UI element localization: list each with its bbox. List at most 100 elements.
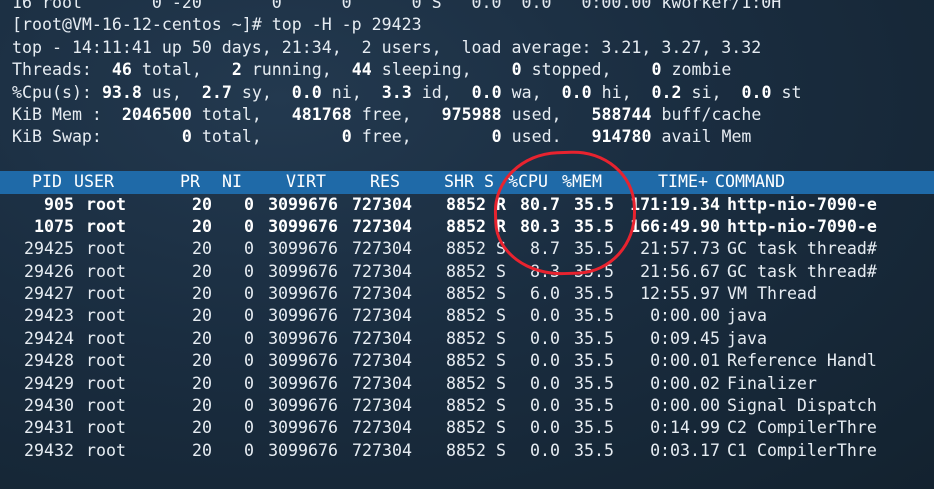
cell-ni: 0 bbox=[244, 306, 254, 326]
cell-pid: 29424 bbox=[24, 328, 74, 348]
cell-cpu: 0.0 bbox=[530, 328, 560, 348]
cell-shr: 8852 bbox=[446, 373, 486, 393]
table-row: 29431 root 20 0 3099676 727304 8852 S 0.0 35.5 0:1… bbox=[12, 417, 934, 439]
cell-user: root bbox=[86, 239, 126, 259]
cpu-line: %Cpu(s): 93.8 us, 2.7 sy, 0.0 ni, 3.3 id… bbox=[12, 82, 802, 102]
cell-res: 727304 bbox=[352, 396, 412, 416]
cell-pid: 29431 bbox=[24, 418, 74, 438]
cell-pr: 20 bbox=[192, 194, 212, 214]
cell-res: 727304 bbox=[352, 373, 412, 393]
cell-res: 727304 bbox=[352, 284, 412, 304]
cell-ni: 0 bbox=[244, 396, 254, 416]
cell-time: 0:00.00 bbox=[650, 396, 720, 416]
cell-s: S bbox=[496, 373, 506, 393]
cell-cpu: 80.3 bbox=[520, 216, 560, 236]
cell-s: S bbox=[496, 284, 506, 304]
cell-virt: 3099676 bbox=[268, 306, 338, 326]
col-pr: PR bbox=[180, 172, 200, 192]
cell-cpu: 0.0 bbox=[530, 418, 560, 438]
cell-virt: 3099676 bbox=[268, 396, 338, 416]
cell-user: root bbox=[86, 328, 126, 348]
col-res: RES bbox=[370, 172, 400, 192]
table-row: 29423 root 20 0 3099676 727304 8852 S 0.0 35.5 0:0… bbox=[12, 305, 934, 327]
cell-virt: 3099676 bbox=[268, 418, 338, 438]
table-row: 1075 root 20 0 3099676 727304 8852 R 80.3 35.5 166… bbox=[12, 216, 934, 238]
cell-time: 21:57.73 bbox=[640, 239, 720, 259]
cell-s: S bbox=[496, 261, 506, 281]
table-row: 905 root 20 0 3099676 727304 8852 R 80.7 35.5 171:… bbox=[12, 194, 934, 216]
cell-s: S bbox=[496, 328, 506, 348]
cell-cmd: java bbox=[727, 328, 767, 348]
cell-ni: 0 bbox=[244, 239, 254, 259]
table-row: 29426 root 20 0 3099676 727304 8852 S 8.3 35.5 21:… bbox=[12, 261, 934, 283]
cell-time: 0:00.02 bbox=[650, 373, 720, 393]
cell-cmd: http-nio-7090-e bbox=[727, 216, 877, 236]
cell-user: root bbox=[86, 216, 126, 236]
thread-list: 905 root 20 0 3099676 727304 8852 R 80.7 35.5 171:… bbox=[12, 194, 934, 463]
cell-ni: 0 bbox=[244, 284, 254, 304]
cell-user: root bbox=[86, 261, 126, 281]
cell-res: 727304 bbox=[352, 440, 412, 460]
cell-pr: 20 bbox=[192, 261, 212, 281]
cell-cpu: 0.0 bbox=[530, 351, 560, 371]
col-pid: PID bbox=[32, 172, 62, 192]
cell-time: 0:03.17 bbox=[650, 440, 720, 460]
cell-cpu: 0.0 bbox=[530, 373, 560, 393]
cell-ni: 0 bbox=[244, 328, 254, 348]
cell-pr: 20 bbox=[192, 328, 212, 348]
cell-time: 12:55.97 bbox=[640, 284, 720, 304]
cell-pid: 29427 bbox=[24, 284, 74, 304]
cell-pr: 20 bbox=[192, 373, 212, 393]
cell-cpu: 8.3 bbox=[530, 261, 560, 281]
table-row: 29424 root 20 0 3099676 727304 8852 S 0.0 35.5 0:0… bbox=[12, 328, 934, 350]
table-row: 29429 root 20 0 3099676 727304 8852 S 0.0 35.5 0:0… bbox=[12, 373, 934, 395]
cell-user: root bbox=[86, 284, 126, 304]
cell-pid: 29430 bbox=[24, 396, 74, 416]
cell-pid: 905 bbox=[44, 194, 74, 214]
cell-ni: 0 bbox=[244, 418, 254, 438]
cell-virt: 3099676 bbox=[268, 351, 338, 371]
cell-shr: 8852 bbox=[446, 216, 486, 236]
cell-shr: 8852 bbox=[446, 284, 486, 304]
table-row: 29430 root 20 0 3099676 727304 8852 S 0.0 35.5 0:0… bbox=[12, 395, 934, 417]
cell-res: 727304 bbox=[352, 351, 412, 371]
cell-cmd: Signal Dispatch bbox=[727, 396, 877, 416]
cell-virt: 3099676 bbox=[268, 216, 338, 236]
cell-mem: 35.5 bbox=[574, 216, 614, 236]
terminal-output[interactable]: 16 root 0 -20 0 0 0 S 0.0 0.0 0:00.00 kw… bbox=[0, 0, 934, 463]
cell-cmd: Finalizer bbox=[727, 373, 817, 393]
cell-user: root bbox=[86, 194, 126, 214]
cell-res: 727304 bbox=[352, 418, 412, 438]
command-prompt: [root@VM-16-12-centos ~]# top -H -p 2942… bbox=[12, 15, 422, 35]
cell-pid: 29432 bbox=[24, 440, 74, 460]
cell-s: S bbox=[496, 351, 506, 371]
cell-shr: 8852 bbox=[446, 440, 486, 460]
cell-pr: 20 bbox=[192, 418, 212, 438]
col-time: TIME+ bbox=[658, 172, 708, 192]
table-row: 29427 root 20 0 3099676 727304 8852 S 6.0 35.5 12:… bbox=[12, 283, 934, 305]
column-header: PID USER PR NI VIRT RES SHR S %CPU %MEM … bbox=[0, 171, 934, 194]
cell-cpu: 0.0 bbox=[530, 306, 560, 326]
col-virt: VIRT bbox=[286, 172, 326, 192]
cell-mem: 35.5 bbox=[574, 284, 614, 304]
cell-pr: 20 bbox=[192, 306, 212, 326]
cell-shr: 8852 bbox=[446, 194, 486, 214]
cell-pr: 20 bbox=[192, 239, 212, 259]
cell-virt: 3099676 bbox=[268, 261, 338, 281]
cell-res: 727304 bbox=[352, 216, 412, 236]
cell-s: S bbox=[496, 239, 506, 259]
cell-ni: 0 bbox=[244, 261, 254, 281]
cell-cmd: GC task thread# bbox=[727, 239, 877, 259]
cell-user: root bbox=[86, 373, 126, 393]
cell-cmd: VM Thread bbox=[727, 284, 817, 304]
cell-pr: 20 bbox=[192, 440, 212, 460]
cell-time: 0:14.99 bbox=[650, 418, 720, 438]
cell-user: root bbox=[86, 418, 126, 438]
cell-time: 171:19.34 bbox=[630, 194, 720, 214]
cell-cmd: Reference Handl bbox=[727, 351, 877, 371]
cell-shr: 8852 bbox=[446, 261, 486, 281]
swap-line: KiB Swap: 0 total, 0 free, 0 used. 91478… bbox=[12, 127, 752, 147]
cell-ni: 0 bbox=[244, 216, 254, 236]
cell-virt: 3099676 bbox=[268, 239, 338, 259]
cell-mem: 35.5 bbox=[574, 261, 614, 281]
